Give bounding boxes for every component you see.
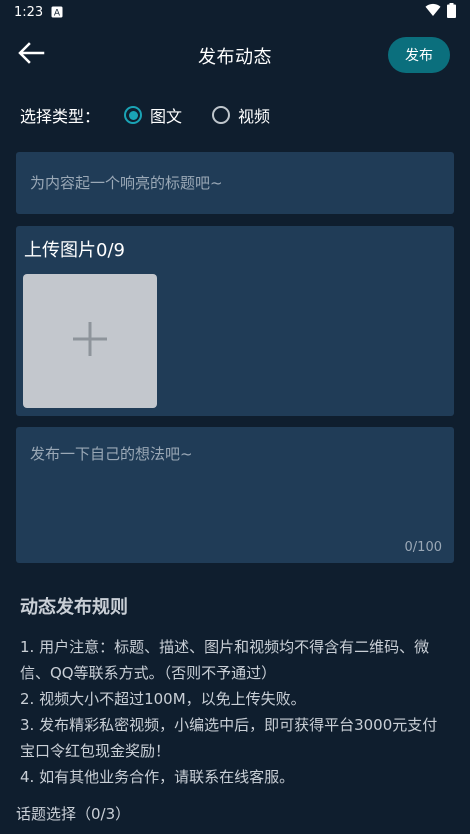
title-field-container: [16, 152, 454, 214]
page-title: 发布动态: [198, 47, 272, 68]
status-left: 1:23 A: [14, 5, 63, 20]
rules-list: 1. 用户注意：标题、描述、图片和视频均不得含有二维码、微信、QQ等联系方式。（…: [20, 634, 452, 790]
svg-text:A: A: [54, 9, 61, 19]
char-counter: 0/100: [404, 540, 442, 555]
type-option-image-text[interactable]: 图文: [124, 103, 182, 127]
radio-unchecked-icon[interactable]: [212, 106, 231, 124]
topic-select[interactable]: 话题选择（0/3）: [16, 803, 130, 824]
status-right: [425, 2, 456, 22]
type-option-video[interactable]: 视频: [212, 103, 270, 127]
content-field-container: 0/100: [16, 427, 454, 563]
a-badge-icon: A: [51, 6, 63, 19]
radio-checked-icon[interactable]: [124, 106, 143, 124]
type-select-row: 选择类型： 图文 视频: [20, 100, 300, 130]
wifi-icon: [425, 3, 441, 21]
plus-icon: [71, 320, 109, 362]
content-textarea[interactable]: [28, 441, 446, 543]
type-option-label: 视频: [238, 107, 271, 126]
status-bar: 1:23 A: [0, 0, 470, 24]
status-time: 1:23: [14, 4, 44, 20]
type-label: 选择类型：: [20, 107, 101, 126]
rule-item: 4. 如有其他业务合作，请联系在线客服。: [20, 768, 295, 786]
battery-icon: [447, 2, 456, 22]
publish-button[interactable]: 发布: [388, 37, 450, 73]
rule-item: 1. 用户注意：标题、描述、图片和视频均不得含有二维码、微信、QQ等联系方式。（…: [20, 638, 430, 682]
add-image-button[interactable]: [23, 274, 157, 408]
title-input[interactable]: [28, 173, 442, 193]
rule-item: 3. 发布精彩私密视频，小编选中后，即可获得平台3000元支付宝口令红包现金奖励…: [20, 716, 438, 760]
header: 发布动态 发布: [0, 24, 470, 88]
back-button[interactable]: [14, 38, 48, 72]
rules-title: 动态发布规则: [20, 597, 128, 618]
upload-section: 上传图片0/9: [16, 226, 454, 416]
upload-title: 上传图片0/9: [24, 240, 125, 261]
arrow-left-icon: [17, 42, 45, 68]
type-option-label: 图文: [150, 107, 183, 126]
rule-item: 2. 视频大小不超过100M，以免上传失败。: [20, 690, 306, 708]
